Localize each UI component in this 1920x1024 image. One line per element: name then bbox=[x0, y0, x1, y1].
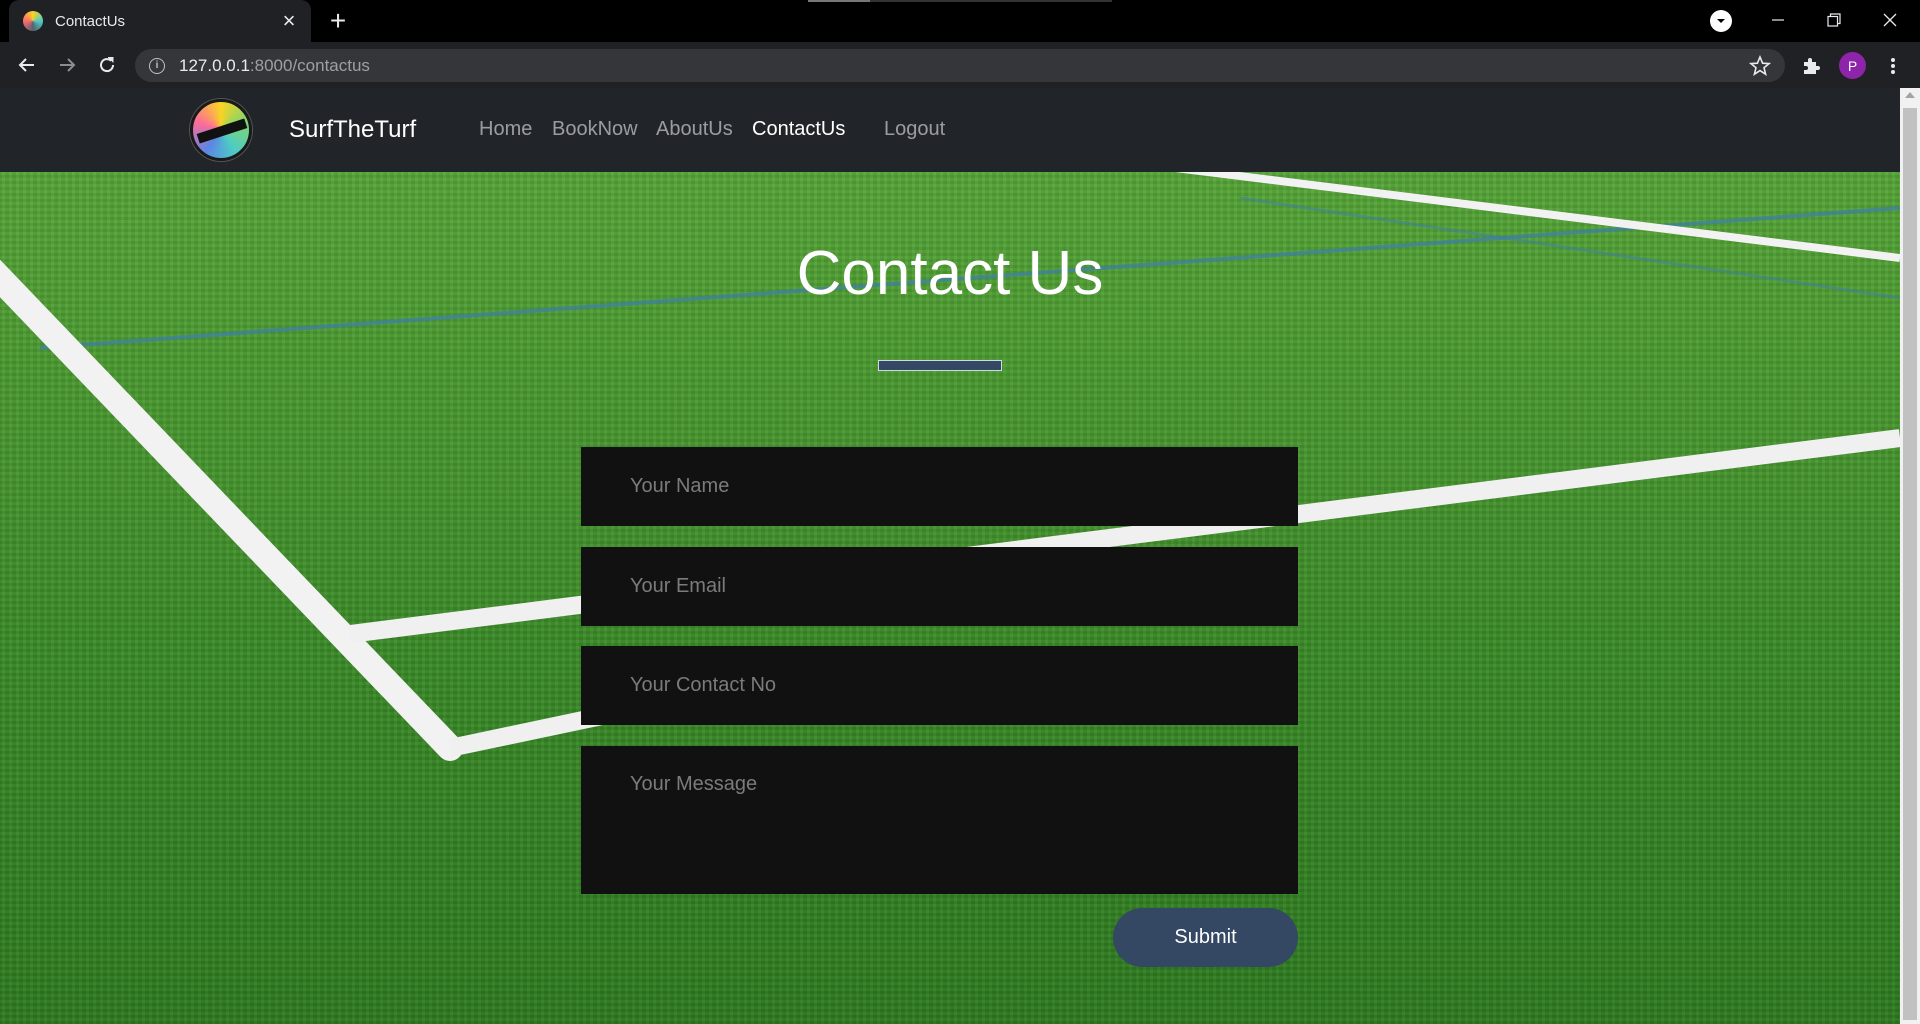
url-host: 127.0.0.1 bbox=[179, 55, 250, 75]
nav-link-booknow[interactable]: BookNow bbox=[552, 118, 638, 141]
reload-icon[interactable] bbox=[92, 50, 122, 80]
surftheturf-logo[interactable] bbox=[190, 99, 252, 161]
tab-search-icon[interactable] bbox=[1710, 10, 1732, 32]
brand-name[interactable]: SurfTheTurf bbox=[289, 116, 416, 144]
page-scrollbar[interactable] bbox=[1900, 88, 1920, 1024]
contact-number-input[interactable] bbox=[581, 646, 1298, 725]
close-window-button[interactable] bbox=[1862, 0, 1918, 40]
favicon-icon bbox=[23, 11, 43, 31]
minimize-button[interactable] bbox=[1750, 0, 1806, 40]
browser-tab[interactable]: ContactUs × bbox=[9, 0, 311, 42]
scrollbar-thumb[interactable] bbox=[1903, 108, 1917, 1020]
scroll-up-arrow-icon[interactable] bbox=[1905, 92, 1915, 98]
page-title: Contact Us bbox=[796, 239, 1104, 308]
name-input[interactable] bbox=[581, 447, 1298, 526]
nav-link-logout[interactable]: Logout bbox=[884, 118, 945, 141]
restore-button[interactable] bbox=[1806, 0, 1862, 40]
submit-button[interactable]: Submit bbox=[1113, 908, 1298, 967]
page-viewport: SurfTheTurf Home BookNow AboutUs Contact… bbox=[0, 88, 1900, 1024]
window-drag-handle[interactable] bbox=[808, 0, 1112, 2]
extensions-puzzle-icon[interactable] bbox=[1800, 55, 1822, 77]
address-bar[interactable]: i 127.0.0.1:8000/contactus bbox=[135, 49, 1785, 82]
message-textarea[interactable] bbox=[581, 746, 1298, 894]
profile-avatar[interactable]: P bbox=[1839, 52, 1866, 79]
nav-link-home[interactable]: Home bbox=[479, 118, 532, 141]
heading-divider bbox=[878, 360, 1002, 371]
forward-arrow-icon[interactable] bbox=[52, 50, 82, 80]
browser-tab-strip: ContactUs × + bbox=[0, 0, 1920, 42]
browser-menu-icon[interactable] bbox=[1883, 54, 1903, 78]
bookmark-star-icon[interactable] bbox=[1749, 55, 1771, 77]
back-arrow-icon[interactable] bbox=[12, 50, 42, 80]
browser-toolbar: i 127.0.0.1:8000/contactus P bbox=[0, 42, 1920, 88]
nav-link-contactus[interactable]: ContactUs bbox=[752, 118, 845, 141]
site-info-icon[interactable]: i bbox=[149, 57, 165, 74]
new-tab-button[interactable]: + bbox=[322, 6, 354, 38]
site-navbar: SurfTheTurf Home BookNow AboutUs Contact… bbox=[0, 88, 1900, 172]
email-input[interactable] bbox=[581, 547, 1298, 626]
nav-link-aboutus[interactable]: AboutUs bbox=[656, 118, 733, 141]
close-tab-icon[interactable]: × bbox=[277, 10, 301, 32]
tab-title: ContactUs bbox=[55, 12, 126, 30]
url-path: :8000/contactus bbox=[249, 55, 370, 75]
